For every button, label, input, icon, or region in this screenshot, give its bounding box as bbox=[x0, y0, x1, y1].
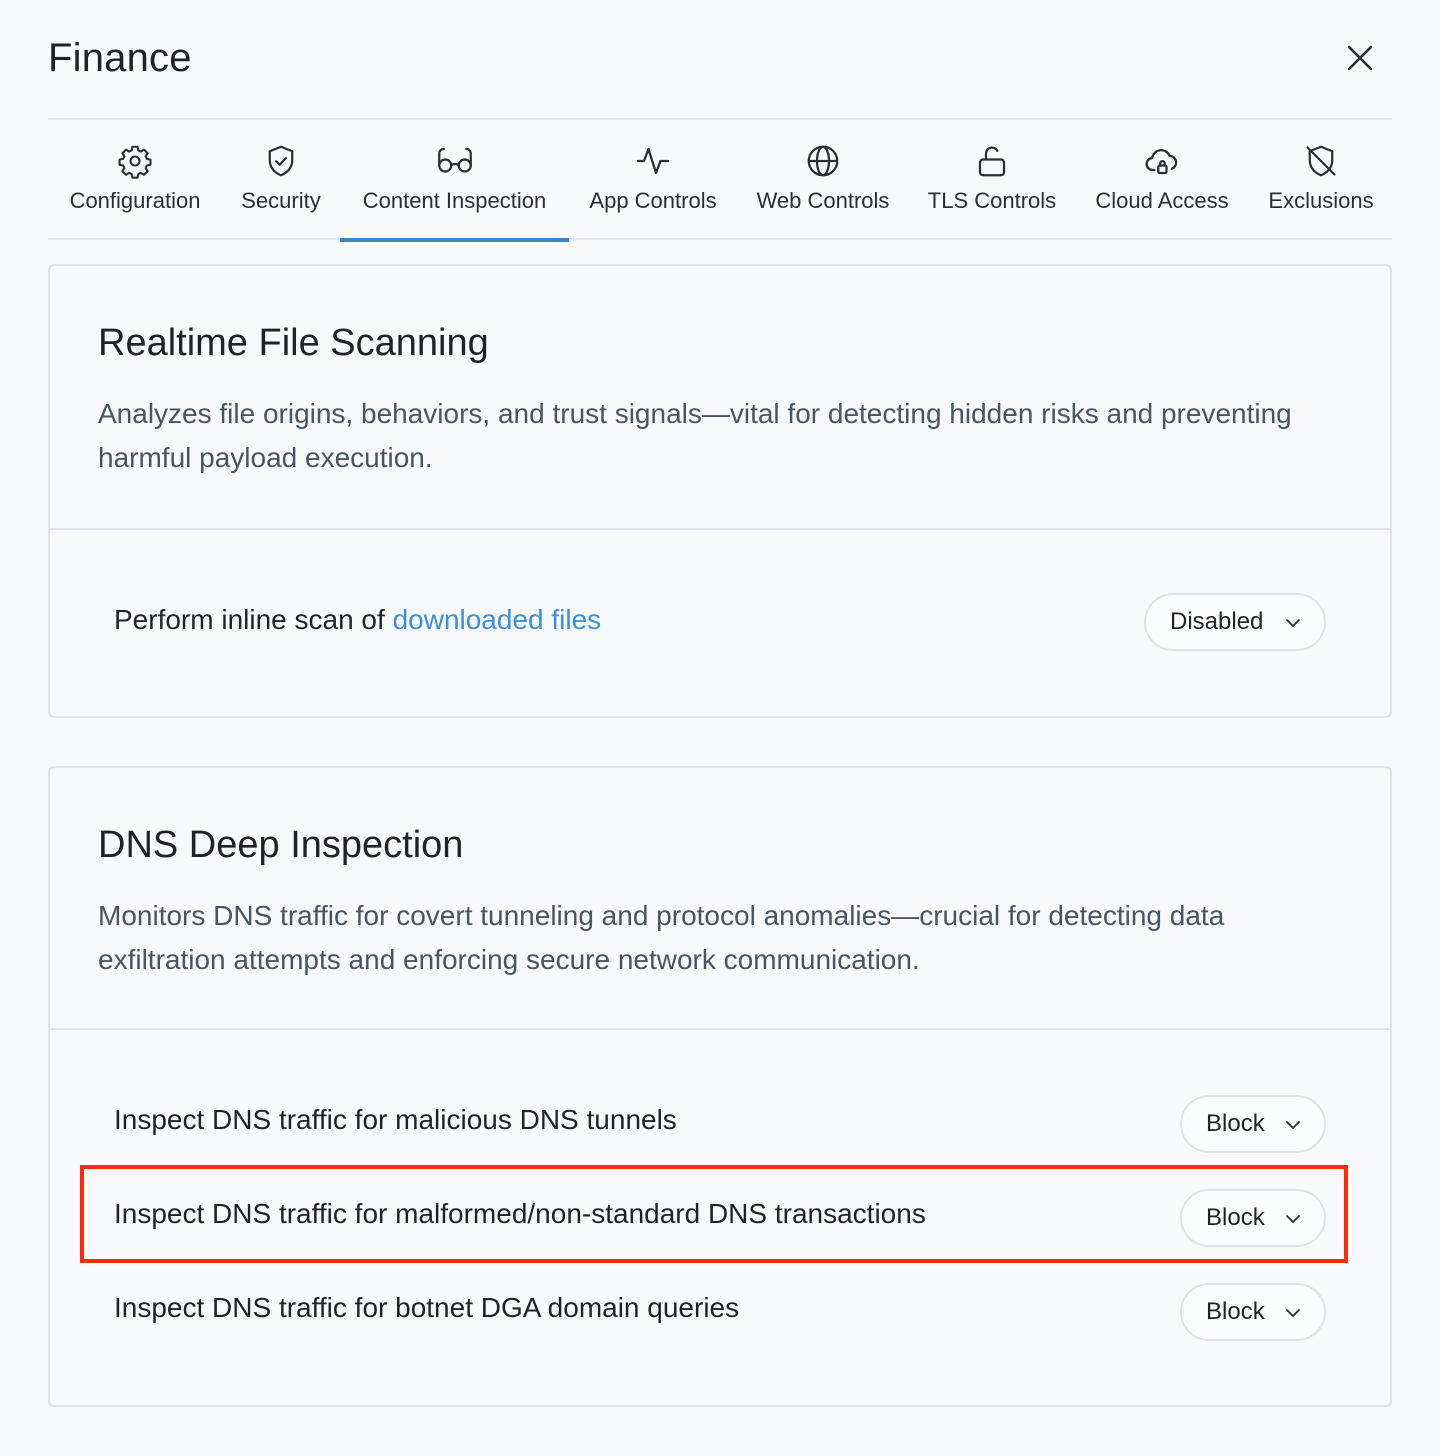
chevron-down-icon bbox=[1286, 1215, 1300, 1223]
close-icon bbox=[1347, 45, 1373, 71]
downloaded-files-link[interactable]: downloaded files bbox=[393, 604, 602, 635]
dns-inspection-card: DNS Deep Inspection Monitors DNS traffic… bbox=[48, 766, 1392, 1407]
unlock-icon bbox=[978, 146, 1006, 177]
tab-exclusions[interactable]: Exclusions bbox=[1262, 120, 1380, 240]
chevron-down-icon bbox=[1286, 1309, 1300, 1317]
activity-icon bbox=[636, 147, 670, 175]
page-title: Finance bbox=[48, 36, 192, 80]
select-value: Block bbox=[1206, 1110, 1265, 1137]
cloud-lock-icon bbox=[1145, 149, 1178, 175]
dns-dga-select[interactable]: Block bbox=[1180, 1283, 1326, 1341]
chevron-down-icon bbox=[1286, 619, 1300, 627]
dns-malformed-select[interactable]: Block bbox=[1180, 1189, 1326, 1247]
tab-label: Exclusions bbox=[1268, 188, 1374, 213]
tab-tls-controls[interactable]: TLS Controls bbox=[922, 120, 1062, 240]
card-description: Analyzes file origins, behaviors, and tr… bbox=[98, 398, 1292, 473]
tab-bar: Configuration Security Content Inspectio… bbox=[48, 118, 1392, 242]
card-header: Realtime File Scanning Analyzes file ori… bbox=[50, 266, 1390, 530]
dns-malformed-label: Inspect DNS traffic for malformed/non-st… bbox=[114, 1198, 926, 1229]
tab-label: App Controls bbox=[589, 188, 717, 213]
tab-label: Cloud Access bbox=[1095, 188, 1229, 213]
tab-web-controls[interactable]: Web Controls bbox=[750, 120, 896, 240]
chevron-down-icon bbox=[1286, 1121, 1300, 1129]
dns-tunnels-select[interactable]: Block bbox=[1180, 1095, 1326, 1153]
setting-label-text: Perform inline scan of bbox=[114, 604, 393, 635]
tab-configuration[interactable]: Configuration bbox=[62, 120, 208, 240]
tab-label: Configuration bbox=[69, 188, 201, 213]
shield-off-icon bbox=[1306, 145, 1336, 177]
select-value: Block bbox=[1206, 1204, 1265, 1231]
select-value: Block bbox=[1206, 1298, 1265, 1325]
card-description: Monitors DNS traffic for covert tunnelin… bbox=[98, 900, 1225, 975]
shield-check-icon bbox=[268, 145, 294, 177]
tab-security[interactable]: Security bbox=[236, 120, 326, 240]
file-scanning-card: Realtime File Scanning Analyzes file ori… bbox=[48, 264, 1392, 718]
setting-label: Perform inline scan of downloaded files bbox=[114, 604, 601, 636]
dns-dga-label: Inspect DNS traffic for botnet DGA domai… bbox=[114, 1292, 740, 1323]
inline-scan-select[interactable]: Disabled bbox=[1144, 593, 1326, 651]
settings-page: Finance Configuration Security Content I… bbox=[0, 0, 1440, 1456]
card-title: Realtime File Scanning bbox=[98, 322, 489, 364]
close-button[interactable] bbox=[1342, 40, 1378, 76]
tab-app-controls[interactable]: App Controls bbox=[584, 120, 722, 240]
tab-cloud-access[interactable]: Cloud Access bbox=[1088, 120, 1236, 240]
tab-label: Web Controls bbox=[756, 188, 890, 213]
tab-label: Content Inspection bbox=[362, 188, 547, 213]
tab-label: Security bbox=[241, 188, 321, 213]
select-value: Disabled bbox=[1170, 608, 1264, 635]
tab-content-inspection[interactable]: Content Inspection bbox=[340, 120, 569, 242]
card-header: DNS Deep Inspection Monitors DNS traffic… bbox=[50, 768, 1390, 1030]
dns-tunnels-label: Inspect DNS traffic for malicious DNS tu… bbox=[114, 1104, 677, 1135]
dialog-header: Finance bbox=[48, 0, 1392, 118]
globe-icon bbox=[807, 145, 839, 177]
card-title: DNS Deep Inspection bbox=[98, 824, 464, 866]
gear-icon bbox=[118, 145, 152, 179]
tab-label: TLS Controls bbox=[927, 188, 1057, 213]
glasses-icon bbox=[437, 147, 472, 173]
